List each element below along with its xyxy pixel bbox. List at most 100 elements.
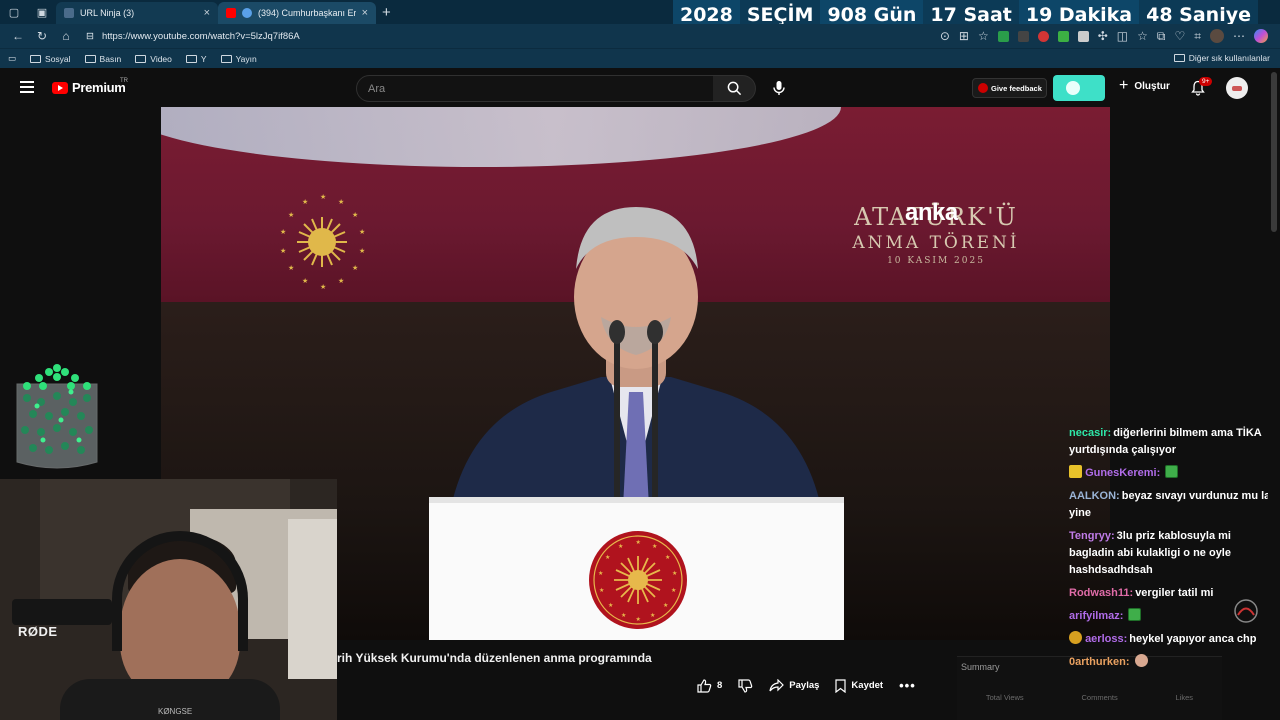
copilot-icon[interactable]	[1254, 29, 1268, 43]
summary-title: Summary	[961, 662, 1000, 672]
tab-actions-icon[interactable]: ▣	[28, 0, 56, 24]
chat-emote-icon	[1134, 654, 1148, 667]
save-label: Kaydet	[851, 680, 884, 691]
chat-username[interactable]: arifyilmaz:	[1069, 610, 1123, 622]
tracking-icon[interactable]: ⊙	[940, 29, 950, 43]
close-tab-icon[interactable]: ×	[204, 7, 210, 19]
other-bookmarks-folder[interactable]: Diğer sık kullanılanlar	[1173, 53, 1270, 63]
menu-hamburger-icon[interactable]	[20, 81, 34, 93]
extension-toggle[interactable]	[1053, 75, 1105, 101]
tab-url-ninja[interactable]: URL Ninja (3) ×	[56, 2, 218, 24]
svg-text:★: ★	[608, 602, 613, 609]
chat-username[interactable]: 0arthurken:	[1069, 656, 1130, 668]
back-icon[interactable]: ←	[6, 29, 30, 43]
create-button[interactable]: + Oluştur	[1119, 78, 1170, 94]
split-view-icon[interactable]: ◫	[1117, 29, 1128, 43]
bookmarks-bar: ▭ Sosyal Basın Video Y Yayın Diğer sık k…	[0, 48, 1280, 68]
more-menu-icon[interactable]: ⋯	[1233, 29, 1245, 43]
svg-text:★: ★	[338, 198, 344, 206]
bookmark-label: Yayın	[235, 53, 257, 64]
bookmark-folder-yayin[interactable]: Yayın	[220, 53, 257, 64]
thumbs-up-icon	[697, 678, 712, 693]
video-actions: 8 Paylaş Kaydet •••	[697, 678, 932, 693]
chat-username[interactable]: necasir:	[1069, 427, 1111, 439]
collections-icon[interactable]: ⧉	[1157, 29, 1166, 44]
url-text[interactable]: https://www.youtube.com/watch?v=5lzJq7if…	[102, 31, 300, 42]
search-box[interactable]	[356, 75, 714, 102]
chat-username[interactable]: Tengryy:	[1069, 530, 1115, 542]
new-tab-button[interactable]: +	[382, 4, 391, 21]
url-ninja-favicon-icon	[64, 8, 74, 18]
summary-column-views: Total Views	[985, 693, 1024, 702]
close-tab-icon[interactable]: ×	[362, 7, 368, 19]
chat-message: AALKON: beyaz sıvayı vurdunuz mu la yine	[1069, 488, 1274, 522]
reload-icon[interactable]: ↻	[30, 29, 54, 43]
favorites-icon[interactable]: ☆	[1137, 29, 1148, 43]
tab-title: (394) Cumhurbaşkanı Erdoğ	[258, 8, 356, 18]
search-button[interactable]	[713, 75, 756, 102]
chat-username[interactable]: Rodwash11:	[1069, 587, 1133, 599]
folder-icon	[185, 54, 197, 63]
svg-text:★: ★	[621, 612, 626, 619]
save-button[interactable]: Kaydet	[835, 678, 884, 693]
chat-username[interactable]: aerloss:	[1085, 633, 1127, 645]
dislike-button[interactable]	[738, 678, 753, 693]
svg-text:★: ★	[352, 264, 358, 272]
svg-text:★: ★	[359, 247, 365, 255]
profile-avatar[interactable]	[1210, 29, 1224, 43]
svg-text:★: ★	[636, 616, 641, 623]
tab-youtube-video[interactable]: (394) Cumhurbaşkanı Erdoğ ×	[218, 2, 376, 24]
summary-columns: Total Views Comments Likes	[957, 693, 1222, 702]
more-actions-button[interactable]: •••	[899, 678, 916, 693]
browser-essentials-icon[interactable]: ♡	[1174, 29, 1185, 43]
extension-icon[interactable]	[1017, 30, 1029, 42]
voice-search-button[interactable]	[772, 80, 786, 101]
podium: ★ ★ ★ ★ ★ ★ ★ ★ ★ ★ ★ ★ ★ ★	[429, 497, 844, 640]
create-label: Oluştur	[1134, 80, 1170, 92]
account-avatar[interactable]	[1226, 77, 1248, 99]
webcam-overlay: RØDE KØNGSE	[0, 479, 337, 720]
extensions-puzzle-icon[interactable]: ✣	[1098, 29, 1108, 43]
bookmark-folder-basin[interactable]: Basın	[84, 54, 121, 64]
presidential-seal-icon: ★ ★ ★ ★ ★ ★ ★ ★ ★ ★ ★ ★ ★ ★	[280, 193, 365, 291]
bookmark-icon	[835, 678, 847, 693]
feedback-icon	[978, 83, 988, 93]
screenshot-icon[interactable]: ⌗	[1194, 29, 1201, 44]
logo-text: Premium	[72, 80, 126, 95]
extension-icon[interactable]	[997, 30, 1009, 42]
youtube-header: Premium TR Give feedback + Oluştur 9+	[0, 68, 1268, 108]
home-icon[interactable]: ⌂	[54, 29, 78, 43]
extension-icon[interactable]	[1077, 30, 1089, 42]
youtube-premium-logo[interactable]: Premium	[52, 80, 126, 95]
scrollbar-thumb[interactable]	[1271, 72, 1277, 232]
bookmark-manager-icon[interactable]: ▭	[8, 53, 16, 64]
notification-count-badge: 9+	[1199, 77, 1213, 86]
anka-watermark: anka	[905, 199, 958, 226]
extension-icon[interactable]	[1057, 30, 1069, 42]
svg-text:★: ★	[338, 277, 344, 285]
url-field[interactable]: ⊟ https://www.youtube.com/watch?v=5lzJq7…	[86, 31, 300, 42]
chat-message: 0arthurken:	[1069, 654, 1274, 671]
share-button[interactable]: Paylaş	[769, 679, 819, 692]
svg-text:★: ★	[302, 277, 308, 285]
split-screen-icon[interactable]: ⊞	[959, 29, 969, 43]
chat-username[interactable]: GunesKeremi:	[1085, 467, 1160, 479]
bookmark-folder-y[interactable]: Y	[185, 54, 207, 64]
site-info-icon[interactable]: ⊟	[86, 31, 94, 42]
favorite-star-icon[interactable]: ☆	[978, 29, 989, 43]
chat-username[interactable]: AALKON:	[1069, 490, 1120, 502]
shirt-text: KØNGSE	[158, 707, 193, 716]
extensions-toolbar: ⊙ ⊞ ☆ ✣ ◫ ☆ ⧉ ♡ ⌗ ⋯	[940, 24, 1268, 48]
search-icon	[727, 81, 741, 96]
workspaces-icon[interactable]: ▢	[0, 0, 28, 24]
audio-playing-icon[interactable]	[242, 8, 252, 18]
extension-icon[interactable]	[1037, 30, 1049, 42]
like-button[interactable]: 8	[697, 678, 722, 693]
chat-message: necasir: diğerlerini bilmem ama TİKA yurt…	[1069, 425, 1274, 459]
search-input[interactable]	[357, 76, 713, 101]
page-scrollbar[interactable]	[1268, 68, 1280, 720]
bookmark-folder-sosyal[interactable]: Sosyal	[30, 54, 71, 64]
bookmark-folder-video[interactable]: Video	[135, 54, 172, 64]
give-feedback-button[interactable]: Give feedback	[972, 78, 1047, 98]
bookmark-label: Diğer sık kullanılanlar	[1188, 53, 1270, 63]
